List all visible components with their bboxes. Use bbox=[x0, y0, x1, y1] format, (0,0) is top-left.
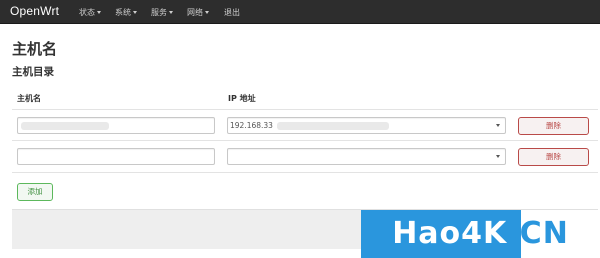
redacted-hostname bbox=[21, 122, 109, 130]
chevron-down-icon bbox=[496, 124, 500, 127]
chevron-down-icon bbox=[97, 11, 101, 14]
chevron-down-icon bbox=[205, 11, 209, 14]
menu-status-label: 状态 bbox=[79, 8, 95, 17]
redacted-ip bbox=[277, 122, 389, 130]
menu-logout[interactable]: 退出 bbox=[224, 7, 240, 18]
hostname-input[interactable] bbox=[17, 148, 215, 165]
brand-logo[interactable]: OpenWrt bbox=[10, 4, 59, 18]
ip-select-value: 192.168.33 bbox=[230, 121, 273, 130]
chevron-down-icon bbox=[169, 11, 173, 14]
chevron-down-icon bbox=[496, 155, 500, 158]
remove-button[interactable]: 删除 bbox=[518, 148, 589, 166]
remove-button[interactable]: 删除 bbox=[518, 117, 589, 135]
menu-network[interactable]: 网络 bbox=[187, 7, 209, 18]
top-navbar: OpenWrt 状态 系统 服务 网络 退出 bbox=[0, 0, 600, 24]
menu-logout-label: 退出 bbox=[224, 8, 240, 17]
chevron-down-icon bbox=[133, 11, 137, 14]
menu-services[interactable]: 服务 bbox=[151, 7, 173, 18]
watermark-logo: Hao4K.CN bbox=[361, 210, 600, 258]
ip-select[interactable] bbox=[227, 148, 506, 165]
row-divider bbox=[12, 140, 598, 141]
menu-system[interactable]: 系统 bbox=[115, 7, 137, 18]
column-header-hostname: 主机名 bbox=[17, 94, 41, 103]
header-divider bbox=[12, 109, 598, 110]
add-button[interactable]: 添加 bbox=[17, 183, 53, 201]
ip-select[interactable]: 192.168.33 bbox=[227, 117, 506, 134]
menu-services-label: 服务 bbox=[151, 8, 167, 17]
hostname-input[interactable] bbox=[17, 117, 215, 134]
menu-system-label: 系统 bbox=[115, 8, 131, 17]
watermark-part1: Hao4K bbox=[392, 216, 508, 251]
watermark-text: Hao4K.CN bbox=[361, 210, 600, 258]
section-title: 主机目录 bbox=[12, 66, 54, 78]
watermark-part2: .CN bbox=[507, 216, 569, 251]
row-divider bbox=[12, 172, 598, 173]
column-header-ip: IP 地址 bbox=[228, 94, 256, 103]
menu-network-label: 网络 bbox=[187, 8, 203, 17]
page-title: 主机名 bbox=[12, 40, 58, 58]
menu-status[interactable]: 状态 bbox=[79, 7, 101, 18]
